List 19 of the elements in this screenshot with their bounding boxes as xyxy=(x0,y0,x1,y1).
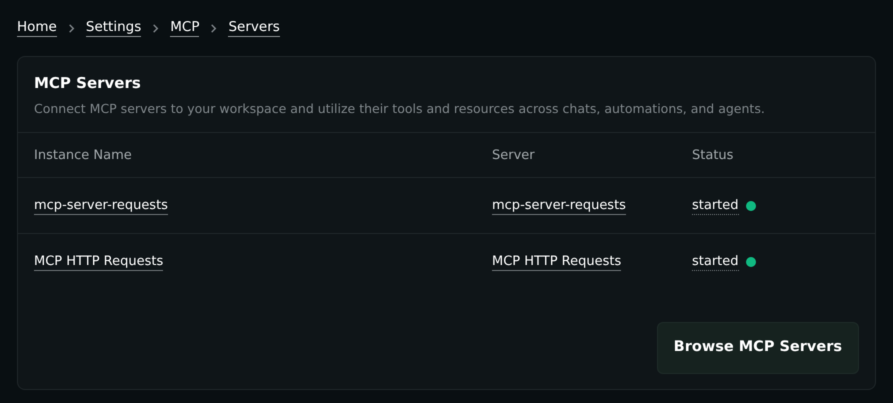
instance-link[interactable]: MCP HTTP Requests xyxy=(34,252,164,271)
column-header: Status xyxy=(692,146,734,164)
card-description: Connect MCP servers to your workspace and utilize their tools and resources across chats, automations, and agents. xyxy=(34,100,766,118)
chevron-right-icon xyxy=(66,24,76,32)
server-link[interactable]: mcp-server-requests xyxy=(492,196,626,215)
browse-servers-button[interactable]: Browse MCP Servers xyxy=(656,322,859,374)
breadcrumb-link[interactable]: Home xyxy=(17,19,57,37)
server-link[interactable]: MCP HTTP Requests xyxy=(492,252,622,271)
breadcrumb-link[interactable]: Settings xyxy=(86,19,142,37)
status-text: started xyxy=(692,196,739,215)
card-title: MCP Servers xyxy=(34,73,142,94)
column-header: Server xyxy=(492,146,535,164)
column-header: Instance Name xyxy=(34,146,132,164)
breadcrumb-link[interactable]: Servers xyxy=(228,19,280,37)
chevron-right-icon xyxy=(209,24,218,32)
chevron-right-icon xyxy=(151,24,160,32)
status-text: started xyxy=(692,252,739,271)
instance-link[interactable]: mcp-server-requests xyxy=(34,196,168,215)
breadcrumb-link[interactable]: MCP xyxy=(170,19,200,37)
